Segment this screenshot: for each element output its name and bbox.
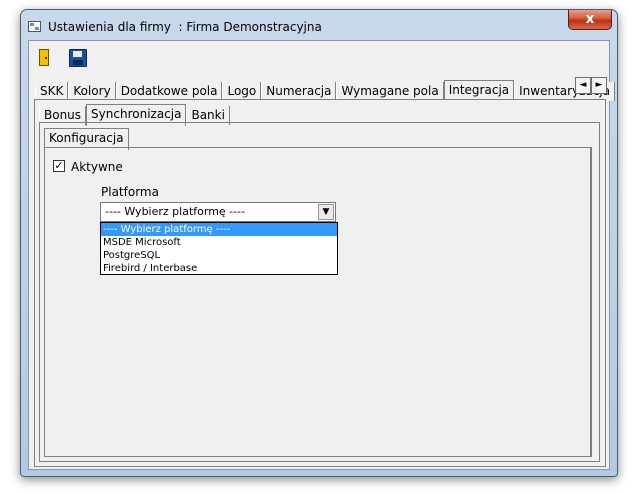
exit-button[interactable] [33,46,57,70]
integration-panel: Bonus Synchronizacja Banki Konfiguracja ✓ … [34,99,606,467]
sync-tab-strip: Konfiguracja [44,127,129,150]
platform-select-value: ---- Wybierz platformę ---- [105,205,246,218]
tab-scroll-left-button[interactable]: ◄ [575,77,591,94]
configuration-panel: ✓ Aktywne Platforma ---- Wybierz platfor… [44,147,592,457]
save-button[interactable] [65,46,89,70]
platform-option-firebird[interactable]: Firebird / Interbase [101,262,337,275]
tab-scroll-right-button[interactable]: ► [591,77,607,94]
platform-dropdown-list: ---- Wybierz platformę ---- MSDE Microso… [100,222,338,275]
platform-option-placeholder[interactable]: ---- Wybierz platformę ---- [101,223,337,236]
app-icon [28,21,41,32]
main-tab-strip: SKK Kolory Dodatkowe pola Logo Numeracja Wyma… [35,79,616,102]
active-label: Aktywne [71,160,123,174]
active-checkbox[interactable]: ✓ [53,160,65,172]
chevron-down-icon[interactable]: ▼ [318,204,334,220]
platform-option-msde[interactable]: MSDE Microsoft [101,236,337,249]
floppy-save-icon [69,49,87,67]
client-area: SKK Kolory Dodatkowe pola Logo Numeracja Wyma… [28,40,616,470]
platform-select[interactable]: ---- Wybierz platformę ---- ▼ [100,202,336,222]
settings-window: Ustawienia dla firmy : Firma Demonstracy… [20,9,618,477]
sync-panel: Konfiguracja ✓ Aktywne Platforma ---- Wy… [39,122,600,462]
platform-label: Platforma [101,185,159,199]
close-button[interactable]: x [568,10,612,30]
title-bar[interactable]: Ustawienia dla firmy : Firma Demonstracy… [21,10,617,40]
window-title: Ustawienia dla firmy : Firma Demonstracy… [48,20,322,34]
door-exit-icon [39,49,49,66]
platform-option-postgresql[interactable]: PostgreSQL [101,249,337,262]
